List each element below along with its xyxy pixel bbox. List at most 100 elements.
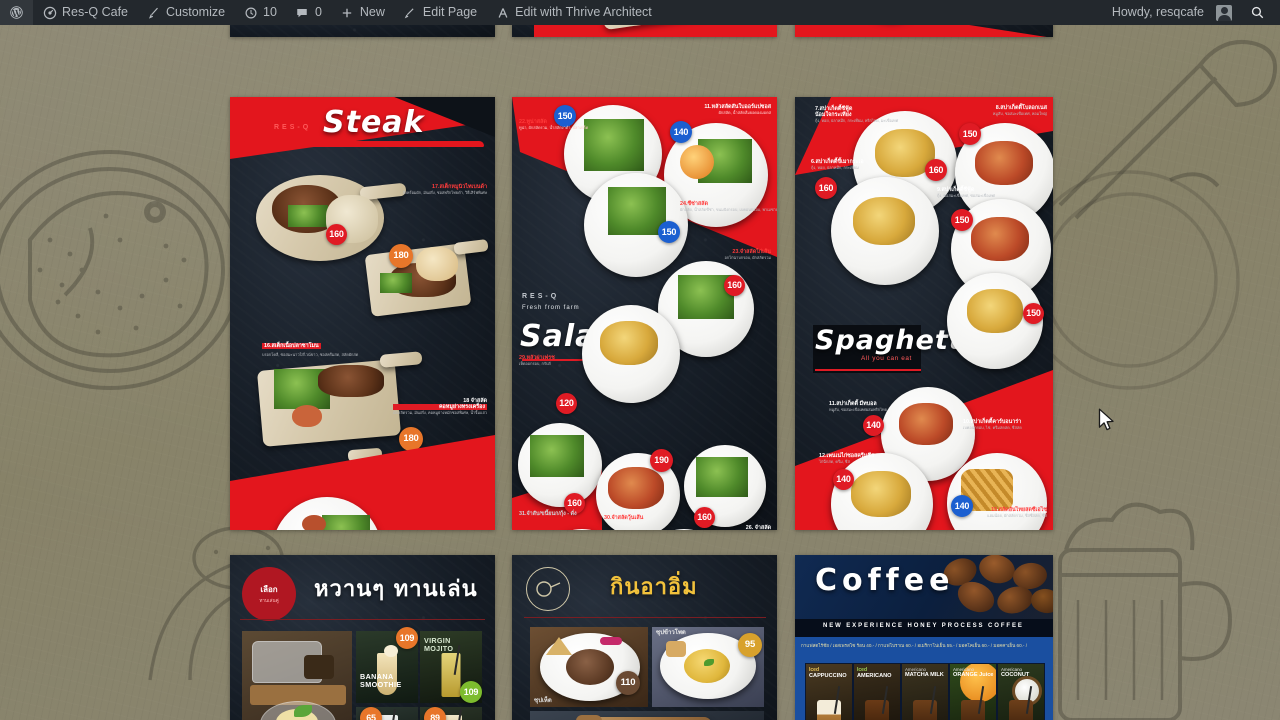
price-badge-mojito: 109 <box>460 681 482 703</box>
caption-salad-22: 22.ทูน่าสลัด ทูน่า, ผักสลัดรวม, น้ำสลัดง… <box>519 119 589 131</box>
coffee-header: Coffee <box>795 555 1053 619</box>
coffee-cell-matcha[interactable]: Americano MATCHA MILK <box>901 663 949 720</box>
coffee-grid: Iced CAPPUCCINO Iced AMERICANO Americano… <box>795 659 1053 720</box>
updates-count: 10 <box>263 5 277 19</box>
caption-spag-8: 8.สปาเก็ตตี้โบลอกเนส หมูสับ, ซอสมะเขือเท… <box>992 105 1047 117</box>
caption-spag-15: 15.สลัดฮันไทยสดซีเอไซ แฮมน้อย, ผักสลัดรว… <box>987 507 1047 519</box>
price-badge-spag-6: 160 <box>815 177 837 199</box>
admin-bar-right: Howdy, resqcafe <box>1103 0 1280 25</box>
caption-salad-24: 24.ซีซ่าสลัด ผักสลัด, น้ำสลัดซีซ่า, ขนมป… <box>680 201 777 213</box>
banana-label: BANANA SMOOTHIE <box>360 672 402 689</box>
caption-spag-9: 9.สปาเก็ตตี้ซีฟู้ด กุ้ง, ซอสมะเขือเทศ, ซ… <box>937 187 995 199</box>
spaghetti-subtitle: All you can eat <box>861 355 912 362</box>
coffee-pricebar: กาแฟสดไร้ชัย / เอสเพรสโซ ร้อน 40.- / กาแ… <box>795 637 1053 659</box>
price-badge-spag-11: 140 <box>863 415 884 436</box>
caption-salad-23: 23.จำสลัดไก่เส้น อกไก่ฉาบกรอบ, ผักสลัดรว… <box>724 249 771 261</box>
search-button[interactable] <box>1241 0 1274 25</box>
price-badge-salad-29: 120 <box>556 393 577 414</box>
coffee-tagline-band: NEW EXPERIENCE HONEY PROCESS COFFEE <box>795 619 1053 637</box>
coffee-tagline: NEW EXPERIENCE HONEY PROCESS COFFEE <box>823 623 1024 629</box>
coffee-cell-americano[interactable]: Iced AMERICANO <box>853 663 901 720</box>
soup-photo-mushroom: ซุปเห็ด <box>530 627 648 707</box>
caption-spag-10: 10.สปาเก็ตตี้คาร์บอนาร่า เบคอนกรอบ, ไข่,… <box>963 419 1022 431</box>
caption-salad-29: 29.หลัวผ่าเฟรช เห็ดออกรอบ, กรับส์ <box>519 355 555 367</box>
dessert-stamp: เลือก ทานเล่นคู่ <box>242 567 296 621</box>
wordpress-logo-icon <box>9 5 24 20</box>
price-badge-spag-12: 140 <box>833 469 854 490</box>
new-content-menu[interactable]: New <box>331 0 394 25</box>
soup-1-label: ซุปเห็ด <box>534 697 552 704</box>
price-badge-steak-18: 180 <box>399 427 423 451</box>
search-icon <box>1250 5 1265 20</box>
price-badge-soup-2: 95 <box>738 633 762 657</box>
caption-spag-7: 7.สปาเก็ตตี้ซีฟู้ด น้อมใจกระเทียง กุ้ง, … <box>815 106 899 124</box>
site-name-menu[interactable]: Res-Q Cafe <box>33 0 137 25</box>
caption-steak-17: 17.สเต็กหมูนิวไทเบนด้า สั่งพร้อมผัก, มัน… <box>402 184 487 196</box>
mojito-label: VIRGIN MOJITO <box>424 636 454 653</box>
customize-link[interactable]: Customize <box>137 0 234 25</box>
thrive-architect-label: Edit with Thrive Architect <box>515 5 652 19</box>
coffee-cell-orange[interactable]: Americano ORANGE Juice <box>949 663 997 720</box>
caption-salad-31: 31.จำสับ/ขนึ้ยนก/กุ้ง - ดั่ง <box>519 511 577 517</box>
comments-count: 0 <box>314 5 322 19</box>
price-badge-steak-17: 180 <box>389 244 413 268</box>
gallery-image-steak[interactable]: RES-Q Steak 160 16.สเต็กเนื้อปลาซาโมน บร… <box>230 97 495 530</box>
pencil-icon <box>403 5 418 20</box>
caption-salad-30: 30.จำสลัดวุ้นเส้น <box>604 515 644 521</box>
new-label: New <box>359 5 385 19</box>
brush-icon <box>146 5 161 20</box>
soup-title: กินอาอิ่ม <box>610 575 698 600</box>
price-badge-spag-7: 160 <box>925 159 947 181</box>
customize-label: Customize <box>166 5 226 19</box>
price-badge-salad-11: 140 <box>670 121 692 143</box>
caption-steak-16: 16.สเต็กเนื้อปลาซาโมน บรอกโคลี, ซอสมะนาว… <box>262 343 359 357</box>
soup-pan-logo-icon <box>526 567 570 611</box>
caption-spag-11: 11.สปาเก็ตตี้ มีทบอล หมูสับ, ซอสมะเขือเท… <box>829 401 887 413</box>
coffee-title: Coffee <box>815 563 955 598</box>
comments-link[interactable]: 0 <box>286 0 331 25</box>
coffee-pricebar-text: กาแฟสดไร้ชัย / เอสเพรสโซ ร้อน 40.- / กาแ… <box>801 643 1028 648</box>
gallery-image-coffee[interactable]: Coffee NEW EXPERIENCE HONEY PROCESS COFF… <box>795 555 1053 720</box>
dessert-title: หวานๆ ทานเล่น <box>314 577 478 602</box>
steak-title: Steak <box>323 105 425 140</box>
gallery-image-dessert[interactable]: เลือก ทานเล่นคู่ หวานๆ ทานเล่น BANANA SM… <box>230 555 495 720</box>
caption-spag-6: 6.สปาเก็ตตี้ขี้เมากระเอ กุ้ง, หอย, ปลาหม… <box>811 159 864 171</box>
site-name-label: Res-Q Cafe <box>62 5 128 19</box>
coffee-cell-coconut[interactable]: Americano COCONUT <box>997 663 1045 720</box>
price-badge-spag-14: 140 <box>951 495 973 517</box>
price-badge-salad-24: 150 <box>658 221 680 243</box>
price-badge-banana: 109 <box>396 627 418 649</box>
price-badge-salad-23: 160 <box>724 275 745 296</box>
wp-logo-menu[interactable] <box>0 0 33 25</box>
price-badge-salad-30: 190 <box>650 449 673 472</box>
caption-spag-12: 12.เพนเน่ไก่ซอสครีมชีส ไก่ฉีกสด, ครีม, ช… <box>819 453 875 465</box>
caption-salad-26: 26. จำสลัด ใส่ผงดอยมุ่ยข้าง ผักสลัดรวม, … <box>745 525 771 530</box>
price-badge-spag-8: 150 <box>959 123 981 145</box>
dessert-photo-main <box>242 631 352 720</box>
salad-brand-sub: Fresh from farm <box>522 305 580 311</box>
comment-bubble-icon <box>295 5 310 20</box>
caption-steak-18: 18 จำสลัด คอหมูย่างทรงเครื่อง ผักสลัดรวม… <box>393 398 487 416</box>
price-badge-salad-26: 160 <box>694 507 715 528</box>
my-account-menu[interactable]: Howdy, resqcafe <box>1103 0 1241 25</box>
gallery-image-soup[interactable]: กินอาอิ่ม ซุปเห็ด 110 ซุปข้าวโพด 95 <box>512 555 777 720</box>
updates-link[interactable]: 10 <box>234 0 286 25</box>
updates-icon <box>243 5 258 20</box>
dashboard-icon <box>42 5 57 20</box>
edit-page-link[interactable]: Edit Page <box>394 0 486 25</box>
thrive-architect-link[interactable]: Edit with Thrive Architect <box>486 0 661 25</box>
wordpress-admin-bar: Res-Q Cafe Customize 10 0 New Edit Page … <box>0 0 1280 25</box>
price-badge-spag-extra: 150 <box>1023 303 1044 324</box>
spaghetti-title-rule <box>815 369 921 371</box>
soup-rule <box>524 617 766 618</box>
plus-icon <box>340 5 355 20</box>
soup-photo-pizza <box>530 711 764 720</box>
coffee-cell-cappuccino[interactable]: Iced CAPPUCCINO <box>805 663 853 720</box>
price-badge-steak-16: 160 <box>326 224 347 245</box>
gallery-image-spaghetti[interactable]: 160 7.สปาเก็ตตี้ซีฟู้ด น้อมใจกระเทียง กุ… <box>795 97 1053 530</box>
salad-brand: RES-Q <box>522 293 560 300</box>
gallery-image-salad[interactable]: 150 22.ทูน่าสลัด ทูน่า, ผักสลัดรวม, น้ำส… <box>512 97 777 530</box>
avatar <box>1216 4 1232 21</box>
caption-salad-11: 11.หลัวสลัดสันใบออร์แปซอส ผักสลัด, น้ำสล… <box>704 104 771 116</box>
edit-page-label: Edit Page <box>422 5 478 19</box>
